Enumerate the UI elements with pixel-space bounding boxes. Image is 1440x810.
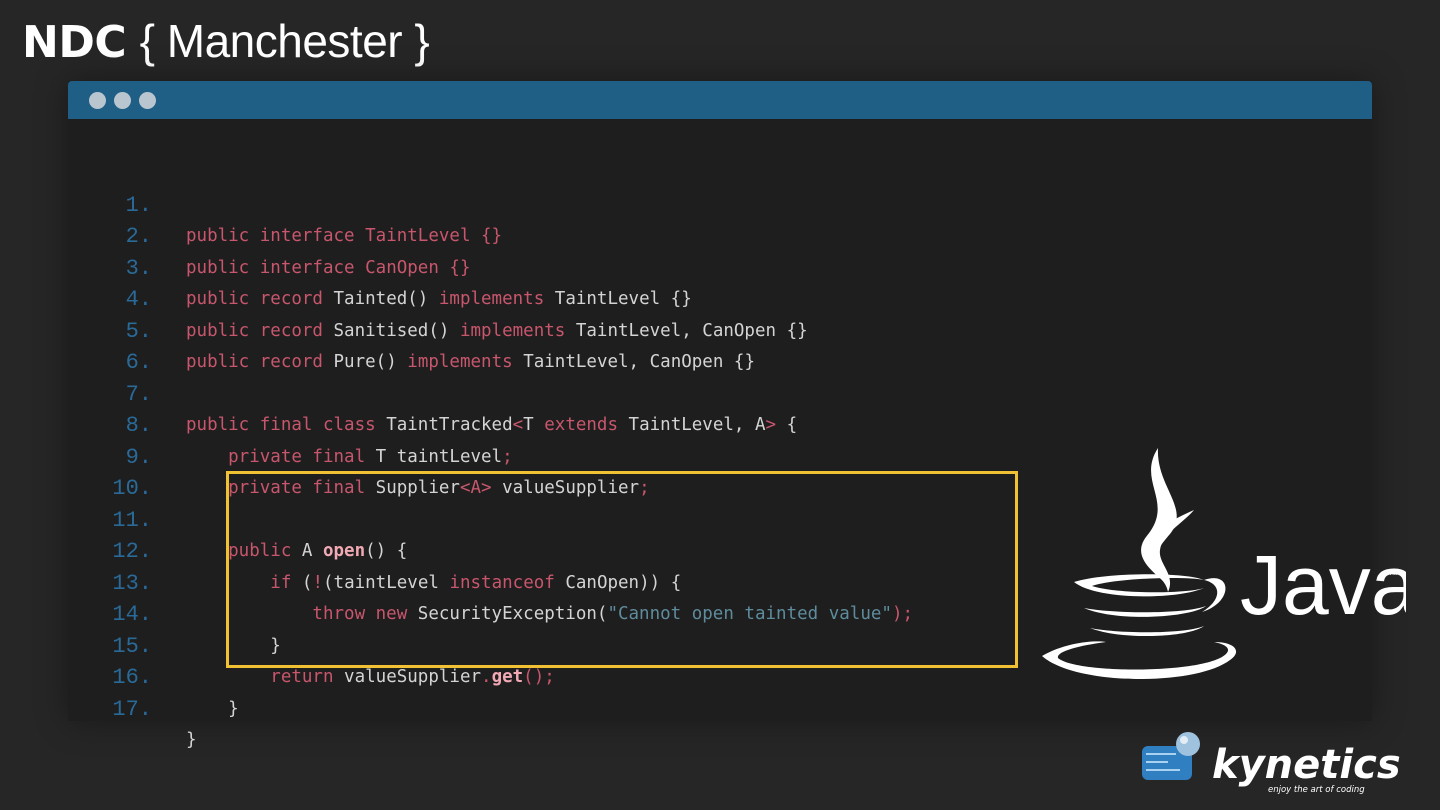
window-dot-icon[interactable] — [114, 92, 131, 109]
code-token: public interface — [186, 226, 366, 246]
code-line: 8. private final T taintLevel; — [68, 379, 513, 467]
java-logo-icon: Java ™ — [1042, 448, 1406, 680]
code-highlight-box — [226, 471, 1018, 668]
brand-city: { Manchester } — [139, 15, 430, 67]
code-token: TaintLevel, CanOpen {} — [523, 352, 755, 372]
code-token: public record — [186, 352, 334, 372]
code-token: } — [186, 698, 239, 719]
code-token: TaintLevel {} — [554, 289, 692, 309]
code-token: TaintLevel, A — [628, 415, 766, 435]
code-token: private final — [186, 446, 376, 467]
code-token: TaintLevel {} — [365, 226, 503, 246]
code-token: (); — [523, 667, 555, 687]
window-dot-icon[interactable] — [139, 92, 156, 109]
kynetics-name: kynetics — [1212, 742, 1401, 788]
code-token: ; — [502, 446, 513, 467]
kynetics-tagline: enjoy the art of coding — [1268, 785, 1365, 795]
code-token: implements — [438, 289, 555, 309]
code-token: > — [765, 415, 777, 435]
code-line: 4. public record Sanitised() implements … — [68, 253, 808, 341]
code-token: { — [776, 415, 798, 435]
code-line: 12. if (!(taintLevel instanceof CanOpen)… — [68, 505, 681, 593]
code-token: public final class — [186, 415, 387, 435]
code-line: 10. — [68, 442, 152, 501]
code-line: 6. — [68, 316, 152, 375]
code-token: public record — [186, 289, 334, 309]
line-number: 17. — [112, 696, 152, 722]
code-line: 16. } — [68, 631, 238, 719]
code-token: Sanitised() — [333, 320, 460, 341]
code-line: 3. public record Tainted() implements Ta… — [68, 221, 692, 310]
code-token: extends — [544, 415, 629, 435]
code-token: T — [523, 415, 545, 435]
code-token: valueSupplier — [344, 667, 482, 687]
conference-brand: NDC { Manchester } — [22, 14, 430, 68]
brand-ndc: NDC — [22, 17, 127, 68]
code-line: 2. public interface CanOpen {} — [68, 190, 471, 278]
code-token: TaintTracked — [386, 415, 513, 435]
code-line: 7. public final class TaintTracked<T ext… — [68, 347, 798, 436]
code-block: 1. public interface TaintLevel {} 2. pub… — [68, 158, 913, 751]
window-dot-icon[interactable] — [89, 92, 106, 109]
code-line: 9. private final Supplier<A> valueSuppli… — [68, 410, 650, 499]
code-token: implements — [407, 352, 524, 372]
code-token: . — [481, 667, 492, 687]
code-token: } — [186, 730, 197, 750]
code-token: get — [491, 667, 524, 687]
code-token: CanOpen {} — [365, 257, 471, 278]
code-line: 15. return valueSupplier.get(); — [68, 599, 554, 688]
code-line: 14. } — [68, 568, 280, 656]
code-token: TaintLevel, CanOpen {} — [575, 320, 808, 341]
code-line: 1. public interface TaintLevel {} — [68, 158, 503, 247]
code-token: Tainted() — [333, 289, 439, 309]
code-line: 11. public A open() { — [68, 473, 407, 562]
code-line: 13. throw new SecurityException("Cannot … — [68, 536, 913, 625]
code-token: < — [512, 415, 524, 435]
code-token: return — [186, 667, 345, 687]
window-titlebar — [68, 81, 1372, 119]
code-line: 5. public record Pure() implements Taint… — [68, 284, 755, 373]
code-token: Pure() — [333, 352, 408, 372]
code-token: T taintLevel — [375, 446, 503, 467]
kynetics-logo-icon: kynetics enjoy the art of coding — [1142, 732, 1401, 795]
code-token: implements — [459, 320, 576, 341]
java-trademark: ™ — [1388, 570, 1398, 581]
code-token: public interface — [186, 257, 366, 278]
code-token: public record — [186, 320, 334, 341]
java-wordmark: Java — [1240, 538, 1406, 632]
code-line: 17. } — [68, 662, 196, 751]
